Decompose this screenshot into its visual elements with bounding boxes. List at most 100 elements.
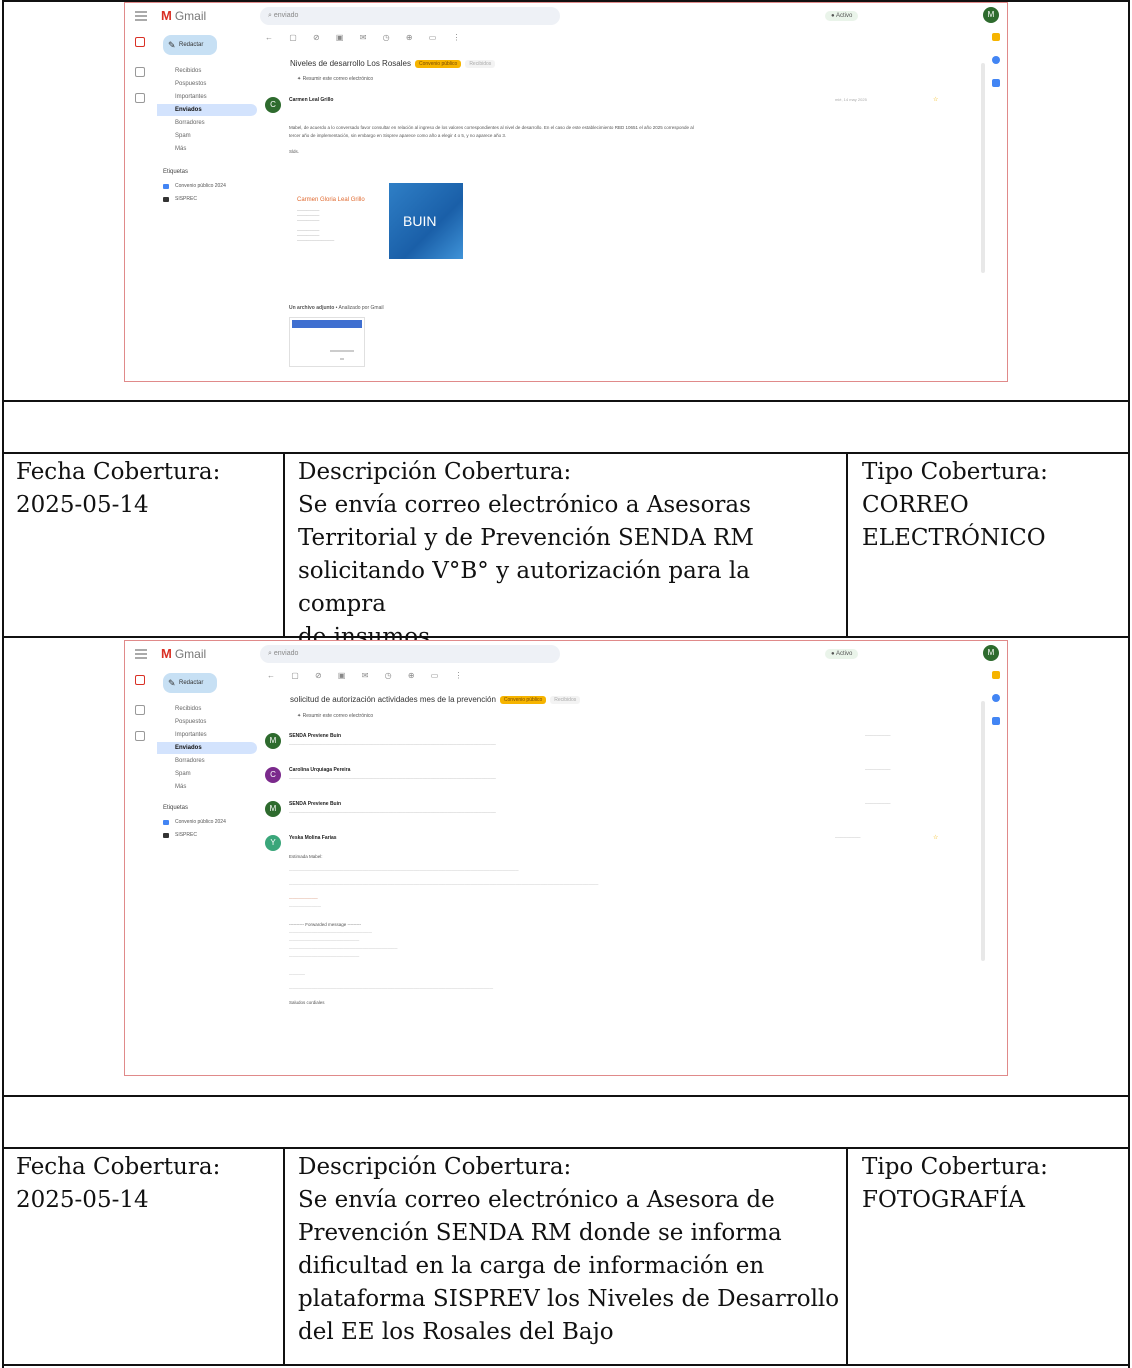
signature-details: ───────── ───────── ───────── ───────── ────…: [297, 209, 335, 243]
signature-name: Carmen Gloria Leal Grillo: [297, 197, 365, 203]
label-item: SISPREC: [163, 832, 197, 838]
fecha-cell: Fecha Cobertura: 2025-05-14: [16, 1151, 278, 1217]
avatar: M: [265, 733, 281, 749]
tipo-value: ELECTRÓNICO: [862, 525, 1046, 551]
label-item: Convenio público 2024: [163, 819, 226, 825]
message-toolbar: ← ▢ ⊘ ▣ ✉ ◷ ⊕ ▭ ⋮: [267, 671, 470, 680]
descripcion-line: plataforma SISPREV los Niveles de Desarr…: [298, 1286, 840, 1312]
app-rail: [125, 31, 155, 381]
descripcion-line: del EE los Rosales del Bajo: [298, 1319, 614, 1345]
gmail-sidebar: Redactar Recibidos Pospuestos Importante…: [157, 669, 257, 1075]
summary-button: ✦ Resumir este correo electrónico: [297, 76, 374, 82]
message-snippet: ────────────────────────────────────────…: [289, 742, 496, 747]
gmail-screenshot-2: MGmail ⌕ enviado ● Activo M Redactar Rec…: [124, 640, 1008, 1076]
star-icon: ☆: [933, 97, 939, 103]
app-rail: [125, 669, 155, 1075]
folder-item: Más: [175, 146, 187, 152]
descripcion-line: dificultad en la carga de información en: [298, 1253, 765, 1279]
tipo-label: Tipo Cobertura:: [862, 459, 1048, 485]
email-subject: solicitud de autorización actividades me…: [290, 695, 581, 704]
tipo-cell: Tipo Cobertura: CORREO ELECTRÓNICO: [862, 456, 1124, 555]
avatar: M: [983, 645, 999, 661]
fecha-label: Fecha Cobertura:: [16, 459, 221, 485]
folder-item-selected: Enviados: [157, 104, 257, 116]
sender-name: Yeska Molina Farias: [289, 835, 337, 841]
search-input: ⌕ enviado: [260, 7, 560, 25]
fecha-cell: Fecha Cobertura: 2025-05-14: [16, 456, 278, 522]
star-icon: ☆: [933, 835, 939, 841]
folder-item: Recibidos: [175, 68, 202, 74]
tipo-label: Tipo Cobertura:: [862, 1154, 1048, 1180]
descripcion-line: Territorial y de Prevención SENDA RM: [298, 525, 754, 551]
gmail-sidebar: Redactar Recibidos Pospuestos Importante…: [157, 31, 257, 381]
folder-item: Recibidos: [175, 706, 202, 712]
sender-name: SENDA Previene Buin: [289, 801, 342, 807]
message-snippet: ────────────────────────────────────────…: [289, 810, 496, 815]
summary-button: ✦ Resumir este correo electrónico: [297, 713, 374, 719]
tipo-value: CORREO: [862, 492, 969, 518]
label-item: SISPREC: [163, 196, 197, 202]
folder-item-selected: Enviados: [157, 742, 257, 754]
menu-icon: [135, 11, 147, 21]
message-date: ─────────: [835, 835, 861, 840]
folder-item: Importantes: [175, 94, 207, 100]
message-toolbar: ← ▢ ⊘ ▣ ✉ ◷ ⊕ ▭ ⋮: [265, 33, 468, 42]
document-page: MGmail ⌕ enviado ● Activo M Redactar Rec…: [0, 0, 1132, 1368]
right-rail: [989, 33, 1003, 102]
gmail-screenshot-1: MGmail ⌕ enviado ● Activo M Redactar Rec…: [124, 2, 1008, 382]
descripcion-line: Se envía correo electrónico a Asesora de: [298, 1187, 775, 1213]
fecha-value: 2025-05-14: [16, 1187, 149, 1213]
message-date: ─────────: [865, 801, 891, 806]
tipo-value: FOTOGRAFÍA: [862, 1187, 1025, 1213]
label-chip: Recibidos: [465, 59, 496, 68]
folder-item: Spam: [175, 771, 191, 777]
compose-button: Redactar: [163, 673, 217, 693]
scrollbar: [981, 701, 985, 961]
sender-name: Carmen Leal Grillo: [289, 97, 334, 103]
folder-item: Borradores: [175, 758, 205, 764]
descripcion-line: Prevención SENDA RM donde se informa: [298, 1220, 782, 1246]
descripcion-cell: Descripción Cobertura: Se envía correo e…: [298, 456, 843, 654]
avatar: M: [265, 801, 281, 817]
attachment-header: Un archivo adjunto • Analizado por Gmail: [289, 305, 384, 311]
message-date: ─────────: [865, 767, 891, 772]
folder-item: Más: [175, 784, 187, 790]
folder-item: Spam: [175, 133, 191, 139]
label-chip: Convenio público: [414, 59, 462, 68]
avatar: Y: [265, 835, 281, 851]
gmail-logo: M Gmail: [161, 8, 207, 23]
folder-item: Importantes: [175, 732, 207, 738]
status-badge: ● Activo: [825, 649, 859, 659]
descripcion-label: Descripción Cobertura:: [298, 1154, 572, 1180]
tipo-cell: Tipo Cobertura: FOTOGRAFÍA: [862, 1151, 1124, 1217]
email-body: Estimada Mabel: ────────────────────────…: [289, 854, 599, 1005]
attachment-thumbnail: [289, 317, 365, 367]
search-input: ⌕ enviado: [260, 645, 560, 663]
gmail-topbar: M Gmail ⌕ enviado ● Activo M: [125, 3, 1007, 33]
scrollbar: [981, 63, 985, 273]
fecha-label: Fecha Cobertura:: [16, 1154, 221, 1180]
avatar: C: [265, 97, 281, 113]
menu-icon: [135, 649, 147, 659]
labels-header: Etiquetas: [163, 805, 189, 811]
descripcion-label: Descripción Cobertura:: [298, 459, 572, 485]
folder-item: Borradores: [175, 120, 205, 126]
email-body: Mabel, de acuerdo a lo conversado favor …: [289, 125, 694, 154]
label-chip: Recibidos: [550, 695, 581, 704]
buin-logo: BUIN: [389, 183, 463, 259]
message-date: ─────────: [865, 733, 891, 738]
email-signature: Carmen Gloria Leal Grillo ───────── ─────…: [289, 183, 469, 263]
avatar: M: [983, 7, 999, 23]
gmail-logo: M Gmail: [161, 646, 207, 661]
email-subject: Niveles de desarrollo Los Rosales Conveni…: [290, 59, 496, 68]
descripcion-line: solicitando V°B° y autorización para la …: [298, 558, 750, 617]
right-rail: [989, 671, 1003, 740]
label-chip: Convenio público: [499, 695, 547, 704]
compose-button: Redactar: [163, 35, 217, 55]
labels-header: Etiquetas: [163, 169, 189, 175]
message-date: mié, 14 may 2025: [835, 97, 867, 102]
sender-name: Carolina Urquiaga Pereira: [289, 767, 351, 773]
folder-item: Pospuestos: [175, 81, 207, 87]
label-item: Convenio público 2024: [163, 183, 226, 189]
sender-name: SENDA Previene Buin: [289, 733, 342, 739]
